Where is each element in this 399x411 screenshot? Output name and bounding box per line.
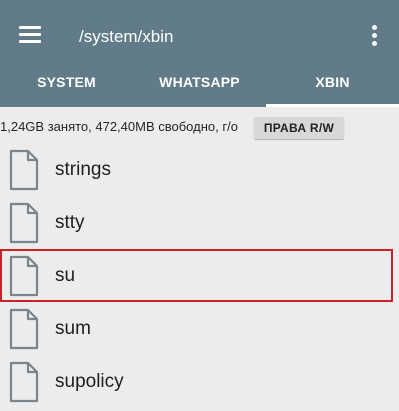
tab-label: XBIN bbox=[315, 74, 350, 90]
tab-label: WHATSAPP bbox=[159, 74, 240, 90]
file-name: su bbox=[55, 265, 76, 286]
file-icon bbox=[9, 255, 39, 297]
file-name: supolicy bbox=[55, 371, 124, 392]
file-name: stty bbox=[55, 212, 85, 233]
file-row-strings[interactable]: strings bbox=[0, 145, 399, 198]
file-name: sum bbox=[55, 318, 91, 339]
tab-label: SYSTEM bbox=[37, 74, 96, 90]
current-path-title: /system/xbin bbox=[79, 27, 174, 46]
file-row-su[interactable]: su bbox=[0, 251, 399, 304]
hamburger-menu-icon[interactable] bbox=[19, 26, 42, 44]
file-row-sum[interactable]: sum bbox=[0, 304, 399, 357]
file-icon bbox=[9, 149, 39, 191]
file-row-supolicy[interactable]: supolicy bbox=[0, 357, 399, 410]
file-row-stty[interactable]: stty bbox=[0, 198, 399, 251]
tab-bar: SYSTEM WHATSAPP XBIN bbox=[0, 62, 399, 107]
tab-whatsapp[interactable]: WHATSAPP bbox=[133, 62, 266, 107]
more-vert-icon[interactable] bbox=[366, 25, 384, 47]
rw-permissions-button[interactable]: ПРАВА R/W bbox=[254, 117, 344, 139]
file-icon bbox=[9, 202, 39, 244]
tab-system[interactable]: SYSTEM bbox=[0, 62, 133, 107]
storage-status-text: 1,24GB занято, 472,40MB свободно, г/о bbox=[0, 119, 238, 134]
tab-xbin[interactable]: XBIN bbox=[266, 62, 399, 107]
file-icon bbox=[9, 361, 39, 403]
file-name: strings bbox=[55, 159, 111, 180]
app-bar: /system/xbin SYSTEM WHATSAPP XBIN bbox=[0, 0, 399, 107]
file-icon bbox=[9, 308, 39, 350]
